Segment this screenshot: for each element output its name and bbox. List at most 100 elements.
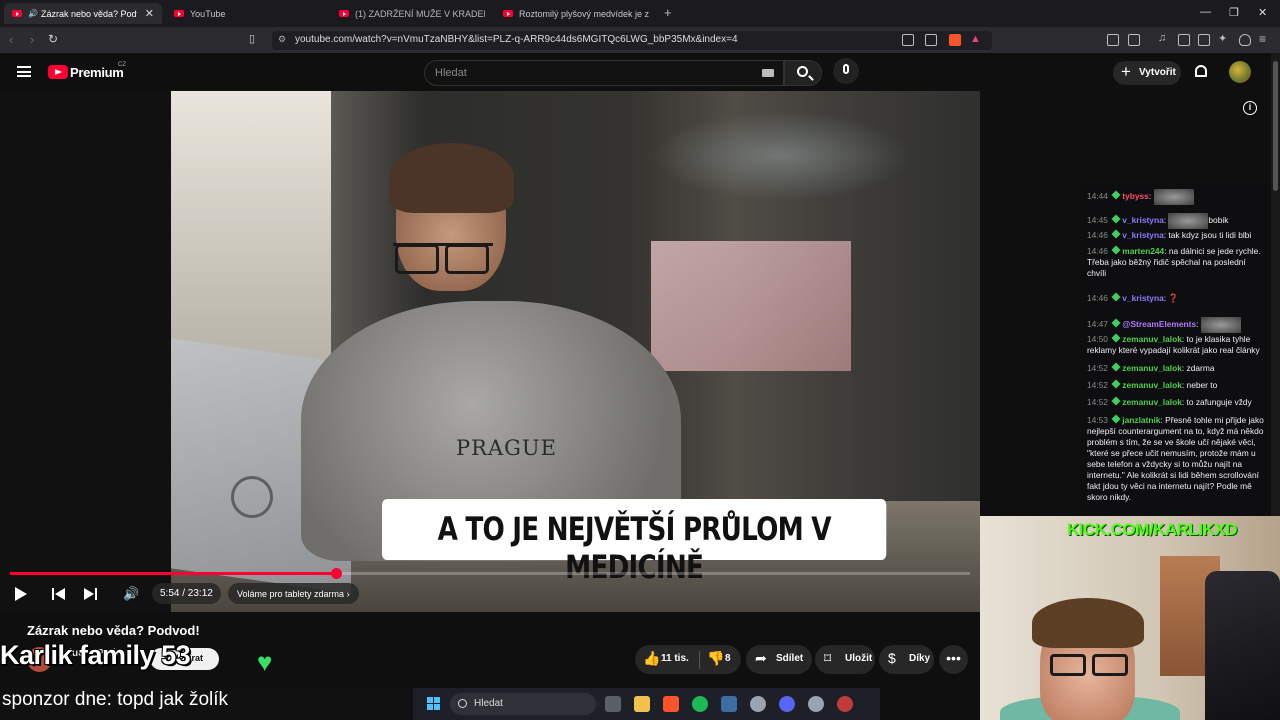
chat-username[interactable]: v_kristyna [1122, 293, 1163, 303]
volume-icon[interactable]: 🔊 [123, 587, 139, 601]
search-icon [797, 66, 808, 77]
more-actions-button[interactable]: ••• [939, 645, 968, 674]
thumbs-up-icon[interactable]: 👍 [643, 650, 660, 667]
chat-badge-icon [1111, 292, 1121, 302]
tab-active[interactable]: 🔊 Zázrak nebo věda? Podvod! - ✕ [4, 3, 162, 24]
voice-search-button[interactable] [833, 58, 859, 84]
dislike-count[interactable]: 8 [725, 653, 731, 664]
tab-medvidek[interactable]: Roztomilý plyšový medvídek je zárov [495, 3, 657, 24]
save-button[interactable]: ⌑ Uložit [815, 645, 875, 674]
youtube-header: Premium CZ Hledat Vytvořit [0, 53, 1280, 91]
hamburger-menu-icon[interactable] [17, 66, 31, 77]
person-glasses [393, 243, 493, 274]
keyboard-icon[interactable] [762, 69, 774, 77]
chapter-button[interactable]: Voláme pro tablety zdarma › [228, 583, 359, 604]
account-avatar[interactable] [1229, 61, 1251, 83]
progress-bar[interactable] [10, 568, 970, 579]
vpn-icon[interactable] [1239, 34, 1251, 46]
audio-icon: 🔊 [28, 9, 38, 18]
previous-icon[interactable] [52, 588, 65, 600]
sponsor-banner: sponzor dne: topd jak žolík [0, 688, 440, 720]
chat-username[interactable]: zemanuv_lalok [1122, 363, 1182, 373]
chat-timestamp: 14:52 [1087, 397, 1111, 407]
site-info-icon[interactable]: ⚙ [278, 34, 286, 45]
chat-username[interactable]: marten244 [1122, 246, 1164, 256]
app-icon[interactable] [721, 696, 737, 712]
chat-text: to zafunguje vždy [1186, 397, 1252, 407]
next-icon[interactable] [84, 588, 97, 600]
restore-button[interactable]: ❐ [1229, 6, 1239, 19]
spotify-icon[interactable] [692, 696, 708, 712]
stream-chat: 14:44 tybyss: 14:45 v_kristyna: bobik 14:… [1080, 180, 1270, 516]
chat-username[interactable]: zemanuv_lalok [1122, 397, 1182, 407]
like-count[interactable]: 11 tis. [661, 653, 689, 664]
windows-start-icon[interactable] [427, 697, 441, 711]
ccleaner-icon[interactable] [750, 696, 766, 712]
forward-icon[interactable]: › [30, 32, 34, 47]
search-input[interactable]: Hledat [424, 60, 784, 86]
info-icon[interactable]: i [1243, 101, 1257, 115]
brave-shield-icon[interactable] [949, 34, 961, 46]
wallet-icon[interactable] [1128, 34, 1140, 46]
taskbar-search[interactable]: Hledat [450, 693, 596, 715]
thumbs-down-icon[interactable]: 👎 [707, 650, 724, 667]
video-player[interactable]: PRAGUE A TO JE NEJVĚTŠÍ PRŮLOM V MEDICÍN… [0, 91, 980, 612]
chat-message: 14:52 zemanuv_lalok: zdarma [1087, 362, 1267, 374]
chat-username[interactable]: v_kristyna [1122, 215, 1163, 225]
music-icon[interactable]: ♫ [1158, 32, 1170, 44]
chat-username[interactable]: zemanuv_lalok [1122, 334, 1182, 344]
play-icon[interactable] [15, 587, 27, 601]
minimize-button[interactable]: — [1200, 6, 1211, 18]
youtube-premium-label[interactable]: Premium [70, 65, 124, 80]
sidebar-icon[interactable] [1178, 34, 1190, 46]
file-explorer-icon[interactable] [634, 696, 650, 712]
share-icon[interactable] [925, 34, 937, 46]
search-button[interactable] [784, 60, 822, 86]
create-button[interactable]: Vytvořit [1113, 61, 1181, 85]
scrollbar-thumb[interactable] [1273, 61, 1278, 191]
back-icon[interactable]: ‹ [9, 32, 13, 47]
youtube-favicon-icon [339, 10, 349, 17]
like-dislike-group: 👍 11 tis. 👎 8 [635, 645, 741, 674]
chat-message: 14:45 v_kristyna: bobik [1087, 213, 1267, 229]
tab-youtube[interactable]: YouTube [166, 3, 328, 24]
brave-rewards-icon[interactable]: ▲ [970, 33, 981, 45]
app-icon-3[interactable] [837, 696, 853, 712]
app-icon-2[interactable] [808, 696, 824, 712]
reload-icon[interactable]: ↻ [48, 32, 58, 46]
cast-icon[interactable] [902, 34, 914, 46]
share-button[interactable]: ➦ Sdílet [746, 645, 812, 674]
chat-username[interactable]: @StreamElements [1122, 319, 1196, 329]
discord-icon[interactable] [779, 696, 795, 712]
thanks-button[interactable]: $ Díky [879, 645, 934, 674]
video-title: Zázrak nebo věda? Podvod! [27, 623, 200, 638]
leo-icon[interactable]: ✦ [1218, 32, 1230, 45]
url-text: youtube.com/watch?v=nVmuTzaNBHY&list=PLZ… [295, 34, 738, 45]
youtube-favicon-icon [503, 10, 513, 17]
reading-icon[interactable] [1198, 34, 1210, 46]
like-divider [699, 651, 700, 669]
close-window-button[interactable]: ✕ [1258, 6, 1267, 19]
browser-tab-bar: 🔊 Zázrak nebo věda? Podvod! - ✕ YouTube … [0, 0, 1280, 27]
chat-emote-icon [1168, 213, 1209, 229]
extensions-icon[interactable] [1107, 34, 1119, 46]
close-tab-icon[interactable]: ✕ [145, 7, 154, 20]
chat-text: ❓ [1168, 293, 1179, 303]
kick-url-overlay: KICK.COM/KARLIKXD [1067, 520, 1238, 539]
chat-message: 14:46 v_kristyna: ❓ [1087, 292, 1267, 304]
page-scrollbar[interactable] [1271, 53, 1280, 516]
brave-browser-icon[interactable] [663, 696, 679, 712]
youtube-logo-icon[interactable] [48, 65, 68, 79]
chat-username[interactable]: zemanuv_lalok [1122, 380, 1182, 390]
url-field[interactable]: ⚙ youtube.com/watch?v=nVmuTzaNBHY&list=P… [272, 31, 992, 50]
bookmark-icon[interactable]: ▯ [249, 32, 255, 45]
tab-zadrzeni[interactable]: (1) ZADRŽENÍ MUŽE V KRADENÉM A [331, 3, 493, 24]
chat-username[interactable]: tybyss [1122, 191, 1149, 201]
task-view-icon[interactable] [605, 696, 621, 712]
chat-username[interactable]: v_kristyna [1122, 230, 1163, 240]
menu-icon[interactable]: ≡ [1259, 32, 1266, 46]
chat-timestamp: 14:44 [1087, 191, 1111, 202]
notifications-bell-icon[interactable] [1195, 65, 1207, 77]
chat-username[interactable]: janzlatnik [1122, 415, 1160, 425]
new-tab-button[interactable]: + [664, 5, 672, 20]
